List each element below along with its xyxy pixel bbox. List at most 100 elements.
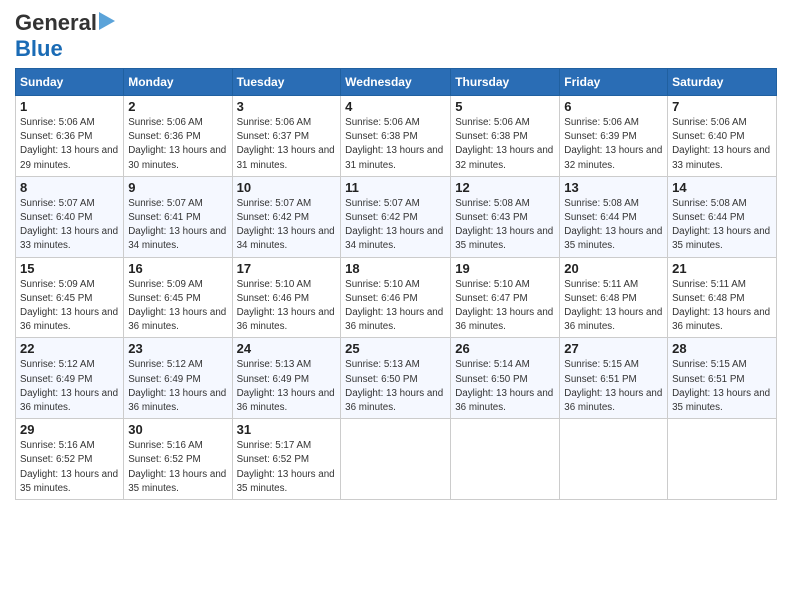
day-number: 10 [237, 180, 337, 195]
calendar-cell: 10 Sunrise: 5:07 AMSunset: 6:42 PMDaylig… [232, 176, 341, 257]
calendar-cell: 20 Sunrise: 5:11 AMSunset: 6:48 PMDaylig… [560, 257, 668, 338]
day-number: 13 [564, 180, 663, 195]
calendar-cell: 15 Sunrise: 5:09 AMSunset: 6:45 PMDaylig… [16, 257, 124, 338]
weekday-header-tuesday: Tuesday [232, 69, 341, 96]
day-number: 31 [237, 422, 337, 437]
header: General Blue [15, 10, 777, 62]
day-info: Sunrise: 5:10 AMSunset: 6:46 PMDaylight:… [345, 279, 443, 333]
calendar-week-3: 15 Sunrise: 5:09 AMSunset: 6:45 PMDaylig… [16, 257, 777, 338]
calendar-cell: 14 Sunrise: 5:08 AMSunset: 6:44 PMDaylig… [668, 176, 777, 257]
calendar-cell: 7 Sunrise: 5:06 AMSunset: 6:40 PMDayligh… [668, 96, 777, 177]
calendar-cell: 25 Sunrise: 5:13 AMSunset: 6:50 PMDaylig… [341, 338, 451, 419]
day-number: 29 [20, 422, 119, 437]
day-info: Sunrise: 5:15 AMSunset: 6:51 PMDaylight:… [564, 359, 662, 413]
day-number: 27 [564, 341, 663, 356]
calendar-cell: 16 Sunrise: 5:09 AMSunset: 6:45 PMDaylig… [124, 257, 232, 338]
weekday-header-friday: Friday [560, 69, 668, 96]
calendar-cell: 27 Sunrise: 5:15 AMSunset: 6:51 PMDaylig… [560, 338, 668, 419]
calendar-cell: 1 Sunrise: 5:06 AMSunset: 6:36 PMDayligh… [16, 96, 124, 177]
calendar-cell: 12 Sunrise: 5:08 AMSunset: 6:43 PMDaylig… [451, 176, 560, 257]
calendar-week-1: 1 Sunrise: 5:06 AMSunset: 6:36 PMDayligh… [16, 96, 777, 177]
day-info: Sunrise: 5:15 AMSunset: 6:51 PMDaylight:… [672, 359, 770, 413]
day-info: Sunrise: 5:06 AMSunset: 6:40 PMDaylight:… [672, 117, 770, 171]
day-number: 21 [672, 261, 772, 276]
weekday-header-monday: Monday [124, 69, 232, 96]
calendar-body: 1 Sunrise: 5:06 AMSunset: 6:36 PMDayligh… [16, 96, 777, 500]
day-info: Sunrise: 5:12 AMSunset: 6:49 PMDaylight:… [128, 359, 226, 413]
day-number: 22 [20, 341, 119, 356]
calendar-cell: 30 Sunrise: 5:16 AMSunset: 6:52 PMDaylig… [124, 419, 232, 500]
day-info: Sunrise: 5:06 AMSunset: 6:38 PMDaylight:… [345, 117, 443, 171]
calendar-week-2: 8 Sunrise: 5:07 AMSunset: 6:40 PMDayligh… [16, 176, 777, 257]
calendar-cell: 23 Sunrise: 5:12 AMSunset: 6:49 PMDaylig… [124, 338, 232, 419]
day-info: Sunrise: 5:06 AMSunset: 6:36 PMDaylight:… [128, 117, 226, 171]
day-number: 9 [128, 180, 227, 195]
day-number: 20 [564, 261, 663, 276]
day-info: Sunrise: 5:06 AMSunset: 6:38 PMDaylight:… [455, 117, 553, 171]
day-info: Sunrise: 5:08 AMSunset: 6:43 PMDaylight:… [455, 198, 553, 252]
calendar-cell [341, 419, 451, 500]
day-number: 26 [455, 341, 555, 356]
logo-blue: Blue [15, 36, 63, 61]
weekday-header-row: SundayMondayTuesdayWednesdayThursdayFrid… [16, 69, 777, 96]
day-number: 18 [345, 261, 446, 276]
day-number: 3 [237, 99, 337, 114]
day-info: Sunrise: 5:08 AMSunset: 6:44 PMDaylight:… [564, 198, 662, 252]
day-info: Sunrise: 5:12 AMSunset: 6:49 PMDaylight:… [20, 359, 118, 413]
weekday-header-sunday: Sunday [16, 69, 124, 96]
calendar-week-4: 22 Sunrise: 5:12 AMSunset: 6:49 PMDaylig… [16, 338, 777, 419]
day-number: 15 [20, 261, 119, 276]
day-info: Sunrise: 5:06 AMSunset: 6:36 PMDaylight:… [20, 117, 118, 171]
day-number: 8 [20, 180, 119, 195]
day-number: 5 [455, 99, 555, 114]
day-info: Sunrise: 5:07 AMSunset: 6:42 PMDaylight:… [345, 198, 443, 252]
calendar-cell: 11 Sunrise: 5:07 AMSunset: 6:42 PMDaylig… [341, 176, 451, 257]
calendar-week-5: 29 Sunrise: 5:16 AMSunset: 6:52 PMDaylig… [16, 419, 777, 500]
day-number: 30 [128, 422, 227, 437]
calendar-cell [668, 419, 777, 500]
logo: General Blue [15, 10, 115, 62]
calendar-cell: 13 Sunrise: 5:08 AMSunset: 6:44 PMDaylig… [560, 176, 668, 257]
logo-arrow [99, 12, 115, 35]
day-number: 7 [672, 99, 772, 114]
calendar-cell: 21 Sunrise: 5:11 AMSunset: 6:48 PMDaylig… [668, 257, 777, 338]
day-number: 6 [564, 99, 663, 114]
day-info: Sunrise: 5:11 AMSunset: 6:48 PMDaylight:… [672, 279, 770, 333]
calendar-cell: 24 Sunrise: 5:13 AMSunset: 6:49 PMDaylig… [232, 338, 341, 419]
day-info: Sunrise: 5:16 AMSunset: 6:52 PMDaylight:… [128, 440, 226, 494]
calendar-cell: 8 Sunrise: 5:07 AMSunset: 6:40 PMDayligh… [16, 176, 124, 257]
calendar-cell: 28 Sunrise: 5:15 AMSunset: 6:51 PMDaylig… [668, 338, 777, 419]
day-number: 25 [345, 341, 446, 356]
calendar-cell: 18 Sunrise: 5:10 AMSunset: 6:46 PMDaylig… [341, 257, 451, 338]
day-info: Sunrise: 5:13 AMSunset: 6:49 PMDaylight:… [237, 359, 335, 413]
day-info: Sunrise: 5:14 AMSunset: 6:50 PMDaylight:… [455, 359, 553, 413]
day-number: 24 [237, 341, 337, 356]
calendar-cell: 2 Sunrise: 5:06 AMSunset: 6:36 PMDayligh… [124, 96, 232, 177]
weekday-header-wednesday: Wednesday [341, 69, 451, 96]
day-number: 28 [672, 341, 772, 356]
day-info: Sunrise: 5:09 AMSunset: 6:45 PMDaylight:… [20, 279, 118, 333]
day-info: Sunrise: 5:10 AMSunset: 6:46 PMDaylight:… [237, 279, 335, 333]
day-number: 11 [345, 180, 446, 195]
day-number: 1 [20, 99, 119, 114]
day-number: 16 [128, 261, 227, 276]
day-number: 4 [345, 99, 446, 114]
calendar-cell: 26 Sunrise: 5:14 AMSunset: 6:50 PMDaylig… [451, 338, 560, 419]
calendar-cell: 6 Sunrise: 5:06 AMSunset: 6:39 PMDayligh… [560, 96, 668, 177]
logo-general: General [15, 10, 97, 36]
day-number: 19 [455, 261, 555, 276]
day-info: Sunrise: 5:07 AMSunset: 6:40 PMDaylight:… [20, 198, 118, 252]
day-info: Sunrise: 5:07 AMSunset: 6:41 PMDaylight:… [128, 198, 226, 252]
calendar-cell: 19 Sunrise: 5:10 AMSunset: 6:47 PMDaylig… [451, 257, 560, 338]
day-info: Sunrise: 5:08 AMSunset: 6:44 PMDaylight:… [672, 198, 770, 252]
calendar-cell [560, 419, 668, 500]
day-number: 14 [672, 180, 772, 195]
day-info: Sunrise: 5:07 AMSunset: 6:42 PMDaylight:… [237, 198, 335, 252]
calendar-cell: 9 Sunrise: 5:07 AMSunset: 6:41 PMDayligh… [124, 176, 232, 257]
weekday-header-saturday: Saturday [668, 69, 777, 96]
day-info: Sunrise: 5:09 AMSunset: 6:45 PMDaylight:… [128, 279, 226, 333]
day-number: 12 [455, 180, 555, 195]
day-info: Sunrise: 5:13 AMSunset: 6:50 PMDaylight:… [345, 359, 443, 413]
day-info: Sunrise: 5:06 AMSunset: 6:37 PMDaylight:… [237, 117, 335, 171]
calendar-cell [451, 419, 560, 500]
